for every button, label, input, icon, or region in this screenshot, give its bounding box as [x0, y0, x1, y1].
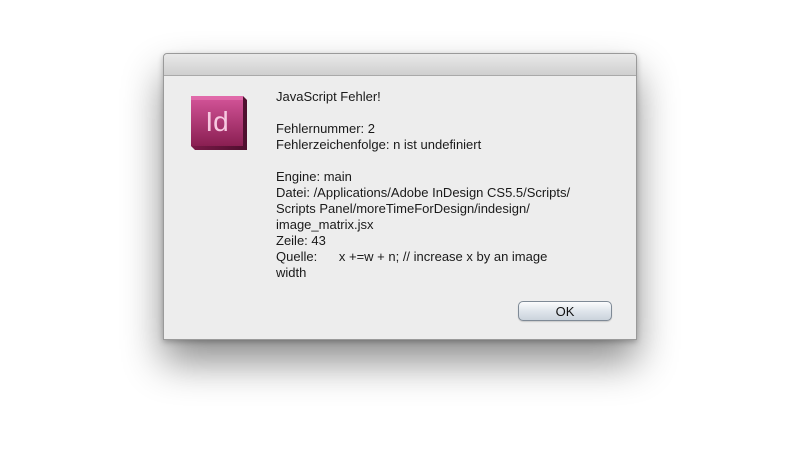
- file-path-line-3: image_matrix.jsx: [276, 217, 374, 232]
- source-line-1: Quelle: x +=w + n; // increase x by an i…: [276, 249, 548, 264]
- error-dialog: Id JavaScript Fehler! Fehlernummer: 2 Fe…: [163, 53, 637, 340]
- indesign-app-icon: Id: [189, 94, 249, 152]
- engine-info: Engine: main: [276, 169, 352, 184]
- source-line-2: width: [276, 265, 307, 280]
- error-message: JavaScript Fehler! Fehlernummer: 2 Fehle…: [276, 89, 621, 281]
- error-number: Fehlernummer: 2: [276, 121, 375, 136]
- error-string: Fehlerzeichenfolge: n ist undefiniert: [276, 137, 482, 152]
- file-path-line-2: Scripts Panel/moreTimeForDesign/indesign…: [276, 201, 530, 216]
- error-title: JavaScript Fehler!: [276, 89, 381, 104]
- dialog-titlebar[interactable]: [164, 54, 636, 76]
- icon-lettering: Id: [205, 106, 228, 137]
- file-path-line-1: Datei: /Applications/Adobe InDesign CS5.…: [276, 185, 571, 200]
- ok-button[interactable]: OK: [518, 301, 612, 321]
- line-number: Zeile: 43: [276, 233, 326, 248]
